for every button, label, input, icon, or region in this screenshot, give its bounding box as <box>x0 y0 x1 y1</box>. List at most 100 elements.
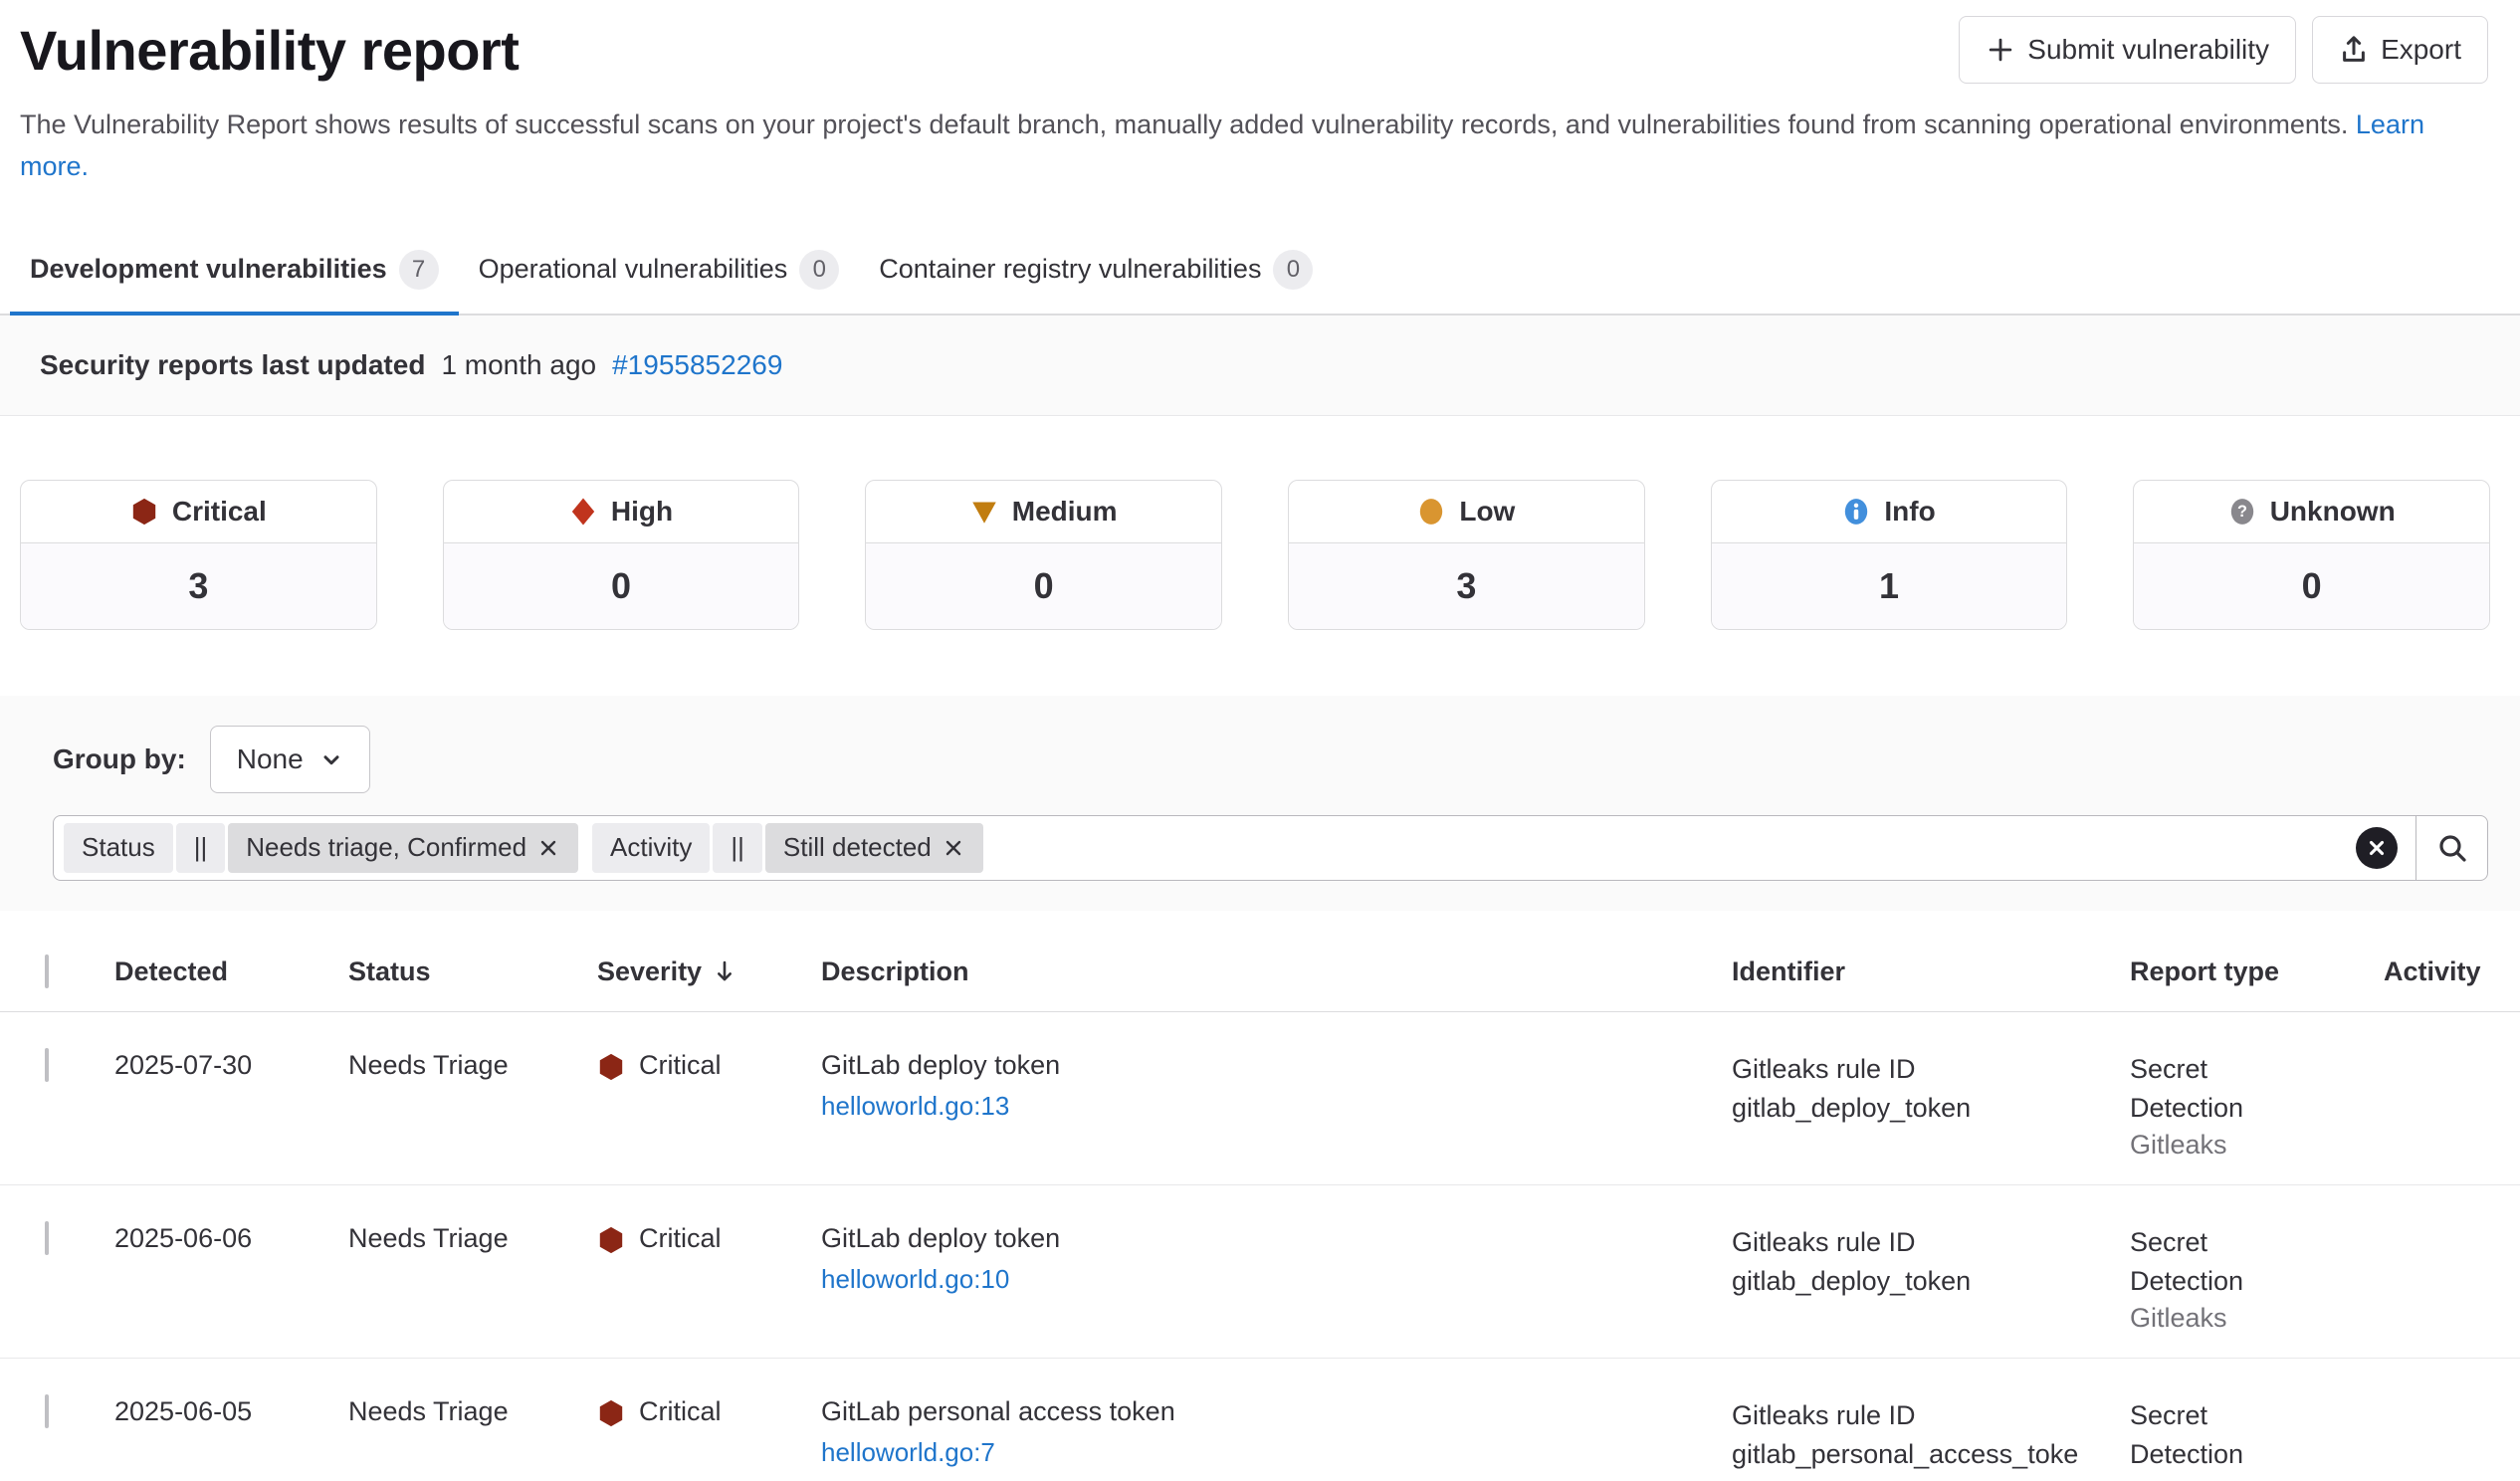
scanner-name: Gitleaks <box>2130 1130 2364 1161</box>
severity-card-count: 3 <box>21 542 376 629</box>
row-checkbox[interactable] <box>45 1394 49 1428</box>
vulnerability-title-link[interactable]: GitLab deploy token <box>821 1050 1712 1081</box>
activity-cell <box>2384 1359 2520 1481</box>
tab[interactable]: Operational vulnerabilities 0 <box>459 234 860 316</box>
status-value: Needs Triage <box>348 1012 597 1184</box>
tab[interactable]: Container registry vulnerabilities 0 <box>859 234 1333 316</box>
column-header-description[interactable]: Description <box>821 939 1732 1011</box>
severity-unknown-icon: ? <box>2228 498 2256 526</box>
status-value: Needs Triage <box>348 1185 597 1358</box>
location-link[interactable]: helloworld.go:10 <box>821 1264 1009 1294</box>
location-link[interactable]: helloworld.go:13 <box>821 1091 1009 1121</box>
description-text: The Vulnerability Report shows results o… <box>20 109 2348 139</box>
severity-card[interactable]: Critical 3 <box>20 480 377 630</box>
filter-token-value[interactable]: Needs triage, Confirmed <box>228 823 578 873</box>
filter-token-operator[interactable]: || <box>713 823 762 873</box>
clear-icon <box>2356 827 2398 869</box>
filtered-search-bar[interactable]: Status || Needs triage, Confirmed Activi… <box>53 815 2488 881</box>
submit-vulnerability-label: Submit vulnerability <box>2027 34 2269 66</box>
filter-token-name[interactable]: Activity <box>592 823 710 873</box>
severity-medium-icon <box>970 498 998 526</box>
vulnerability-table: Detected Status Severity Description Ide… <box>0 939 2520 1481</box>
tab-label: Container registry vulnerabilities <box>879 254 1261 285</box>
activity-cell <box>2384 1012 2520 1184</box>
vulnerability-row[interactable]: 2025-06-06 Needs Triage Critical GitLab … <box>0 1185 2520 1359</box>
severity-card[interactable]: Low 3 <box>1288 480 1645 630</box>
severity-card[interactable]: Medium 0 <box>865 480 1222 630</box>
filter-token-name[interactable]: Status <box>64 823 173 873</box>
tab-count-badge: 0 <box>799 250 839 290</box>
page-description: The Vulnerability Report shows results o… <box>0 84 2468 188</box>
remove-token-icon[interactable] <box>536 836 560 860</box>
location-link[interactable]: helloworld.go:7 <box>821 1437 995 1467</box>
severity-card-header: Critical <box>21 481 376 542</box>
severity-card-header: High <box>444 481 799 542</box>
plus-icon <box>1986 35 2015 65</box>
detected-date: 2025-06-06 <box>114 1185 348 1358</box>
severity-value: Critical <box>639 1223 722 1254</box>
severity-card[interactable]: Info 1 <box>1711 480 2068 630</box>
column-header-identifier[interactable]: Identifier <box>1732 939 2130 1011</box>
severity-card-label: Info <box>1884 496 1935 528</box>
group-by-label: Group by: <box>53 743 186 775</box>
identifier-value: Gitleaks rule ID gitlab_deploy_token <box>1732 1223 2082 1301</box>
severity-card-label: High <box>611 496 673 528</box>
submit-vulnerability-button[interactable]: Submit vulnerability <box>1959 16 2296 84</box>
group-by-row: Group by: None <box>53 726 2488 793</box>
column-header-severity[interactable]: Severity <box>597 956 737 987</box>
activity-cell <box>2384 1185 2520 1358</box>
column-header-report-type[interactable]: Report type <box>2130 939 2384 1011</box>
severity-card[interactable]: ? Unknown 0 <box>2133 480 2490 630</box>
column-header-status[interactable]: Status <box>348 939 597 1011</box>
severity-card[interactable]: High 0 <box>443 480 800 630</box>
severity-card-label: Critical <box>172 496 267 528</box>
tab-label: Development vulnerabilities <box>30 254 387 285</box>
group-by-value: None <box>237 743 304 775</box>
clear-filters-button[interactable] <box>2338 816 2415 880</box>
filter-section: Group by: None Status || Needs triage, C… <box>0 696 2520 911</box>
severity-card-header: Low <box>1289 481 1644 542</box>
severity-high-icon <box>569 498 597 526</box>
severity-value: Critical <box>639 1050 722 1081</box>
severity-card-header: Info <box>1712 481 2067 542</box>
last-updated-time: 1 month ago <box>441 349 596 381</box>
filter-token-list: Status || Needs triage, Confirmed Activi… <box>54 816 2338 880</box>
severity-critical-icon <box>597 1226 625 1254</box>
tab[interactable]: Development vulnerabilities 7 <box>10 234 459 316</box>
identifier-value: Gitleaks rule ID gitlab_personal_access_… <box>1732 1396 2082 1481</box>
filter-token-value[interactable]: Still detected <box>765 823 983 873</box>
severity-card-label: Unknown <box>2270 496 2396 528</box>
vulnerability-row[interactable]: 2025-06-05 Needs Triage Critical GitLab … <box>0 1359 2520 1481</box>
pipeline-link[interactable]: #1955852269 <box>612 349 782 381</box>
page-title: Vulnerability report <box>20 18 519 83</box>
vulnerability-row[interactable]: 2025-07-30 Needs Triage Critical GitLab … <box>0 1012 2520 1185</box>
export-label: Export <box>2381 34 2461 66</box>
severity-card-count: 0 <box>444 542 799 629</box>
severity-summary: Critical 3 High 0 Medium 0 Low 3 Info 1 … <box>0 480 2520 630</box>
report-type-value: Secret Detection <box>2130 1050 2287 1128</box>
group-by-dropdown[interactable]: None <box>210 726 370 793</box>
export-button[interactable]: Export <box>2312 16 2488 84</box>
detected-date: 2025-07-30 <box>114 1012 348 1184</box>
row-checkbox[interactable] <box>45 1048 49 1082</box>
vulnerability-title-link[interactable]: GitLab personal access token <box>821 1396 1712 1427</box>
row-checkbox[interactable] <box>45 1221 49 1255</box>
severity-card-count: 3 <box>1289 542 1644 629</box>
identifier-value: Gitleaks rule ID gitlab_deploy_token <box>1732 1050 2082 1128</box>
table-header-row: Detected Status Severity Description Ide… <box>0 939 2520 1012</box>
severity-card-count: 1 <box>1712 542 2067 629</box>
filter-token-operator[interactable]: || <box>176 823 226 873</box>
select-all-checkbox[interactable] <box>45 954 49 988</box>
svg-text:?: ? <box>2237 503 2247 521</box>
search-icon <box>2436 832 2468 864</box>
vulnerability-title-link[interactable]: GitLab deploy token <box>821 1223 1712 1254</box>
scanner-name: Gitleaks <box>2130 1303 2364 1334</box>
remove-token-icon[interactable] <box>942 836 965 860</box>
column-header-activity[interactable]: Activity <box>2384 939 2520 1011</box>
tab-count-badge: 7 <box>399 250 439 290</box>
filter-token: Status || Needs triage, Confirmed <box>64 823 578 873</box>
search-button[interactable] <box>2415 816 2487 880</box>
column-header-detected[interactable]: Detected <box>114 939 348 1011</box>
tab-label: Operational vulnerabilities <box>479 254 788 285</box>
severity-card-count: 0 <box>866 542 1221 629</box>
